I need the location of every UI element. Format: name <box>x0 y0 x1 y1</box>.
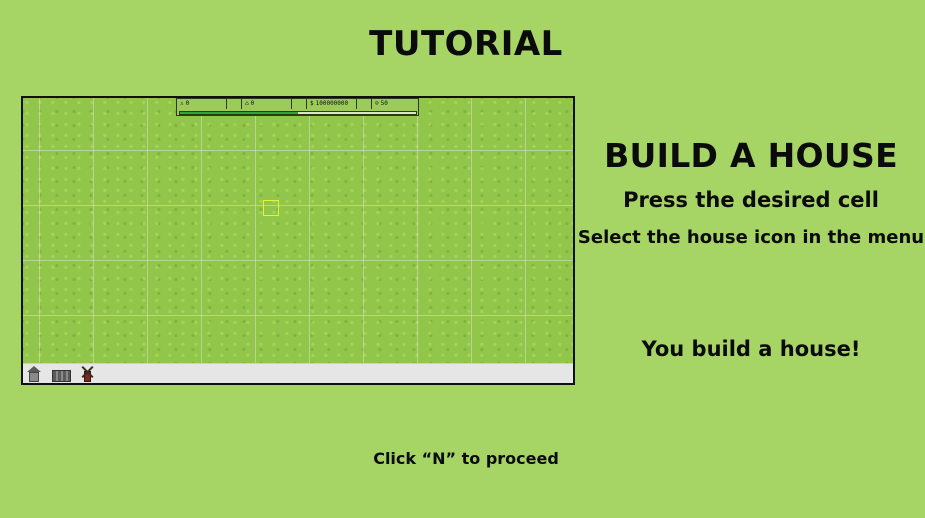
houses-stat: ⌂ 0 <box>242 99 292 109</box>
windmill-icon[interactable] <box>80 365 94 382</box>
selected-cell <box>263 200 279 216</box>
progress-bar-fill <box>180 112 298 114</box>
hud-divider <box>227 99 242 109</box>
resource-hud: ♙ 0 ⌂ 0 $100000000 ☺ 50 <box>176 98 419 116</box>
houses-value: 0 <box>250 100 255 107</box>
person-icon: ♙ <box>180 100 184 107</box>
result-text: You build a house! <box>641 337 861 361</box>
hud-divider <box>292 99 307 109</box>
money-icon: $ <box>310 100 314 107</box>
build-menu <box>23 363 573 383</box>
wall-icon[interactable] <box>52 366 71 382</box>
happiness-stat: ☺ 50 <box>372 99 418 109</box>
happiness-value: 50 <box>380 100 388 107</box>
tutorial-title: TUTORIAL <box>369 24 563 64</box>
home-icon: ⌂ <box>245 100 249 107</box>
money-value: 100000000 <box>315 100 349 107</box>
proceed-hint: Click “N” to proceed <box>373 449 559 468</box>
game-preview: ♙ 0 ⌂ 0 $100000000 ☺ 50 <box>21 96 575 385</box>
instruction-2: Select the house icon in the menu <box>577 227 925 248</box>
grass-map <box>23 98 573 363</box>
instruction-1: Press the desired cell <box>623 188 879 212</box>
population-value: 0 <box>185 100 190 107</box>
house-icon[interactable] <box>27 366 41 382</box>
population-stat: ♙ 0 <box>177 99 227 109</box>
progress-bar <box>179 111 417 115</box>
happiness-icon: ☺ <box>375 100 379 107</box>
hud-divider <box>357 99 372 109</box>
money-stat: $100000000 <box>307 99 357 109</box>
step-heading: BUILD A HOUSE <box>604 136 898 175</box>
